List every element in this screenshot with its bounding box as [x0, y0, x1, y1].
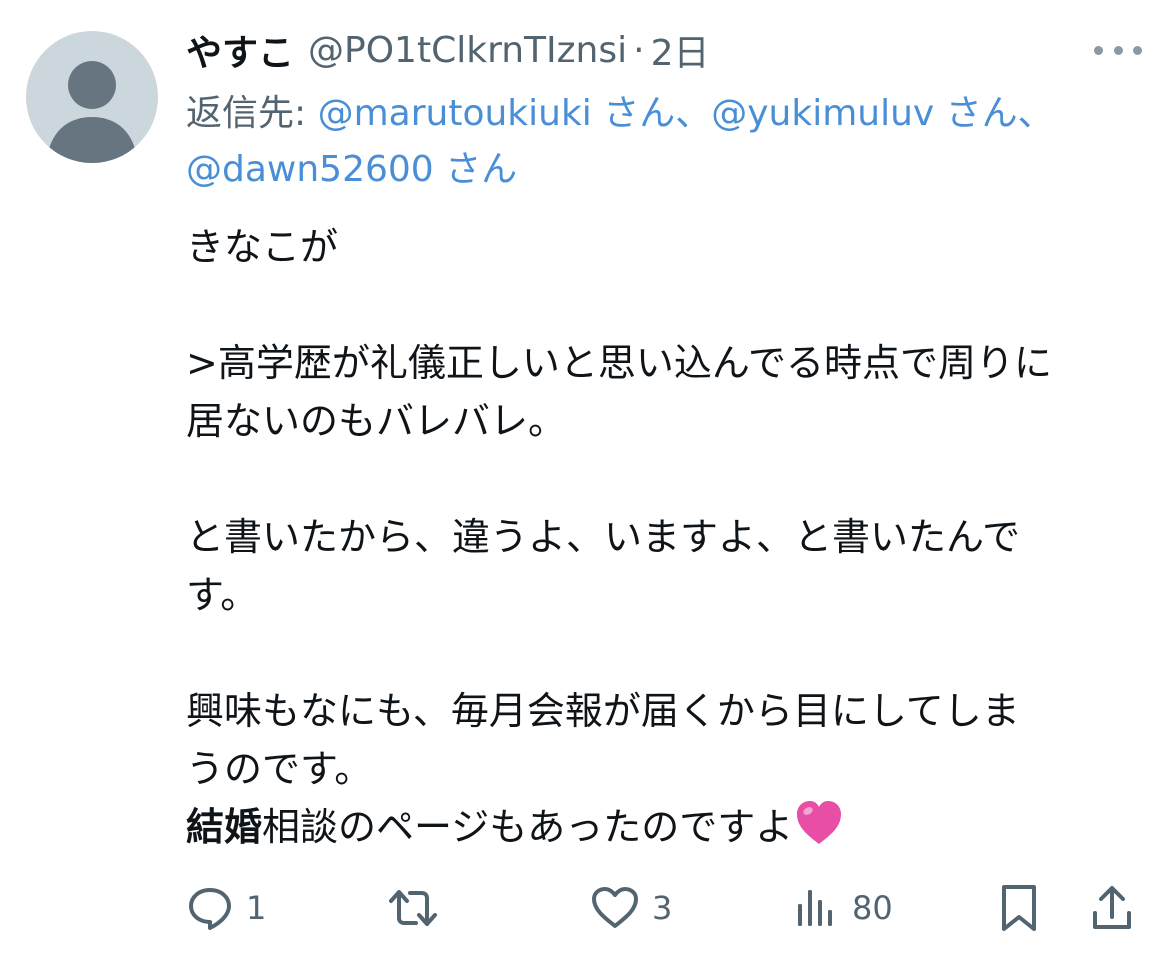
mention-link[interactable]: @yukimuluv [711, 93, 934, 134]
reply-button[interactable]: 1 [186, 875, 266, 941]
share-icon [1093, 886, 1131, 929]
mention-suffix: さん [433, 149, 518, 190]
heart-outline-icon [592, 887, 638, 928]
body-line: きなこが [186, 225, 339, 269]
views-button[interactable]: 80 [794, 875, 893, 941]
mention-link[interactable]: @marutoukiuki [318, 93, 592, 134]
bookmark-button[interactable] [998, 875, 1040, 941]
display-name[interactable]: やすこ [186, 24, 294, 76]
bookmark-icon [1002, 885, 1036, 931]
body-line: 興味もなにも、毎月会報が届くから目にしてしま [186, 689, 1020, 733]
user-handle[interactable]: @PO1tClkrnTIznsi [308, 30, 627, 71]
avatar[interactable] [26, 31, 158, 163]
more-dots-icon [1094, 45, 1103, 55]
mention-link[interactable]: @dawn52600 [186, 149, 434, 190]
tweet-header: やすこ @PO1tClkrnTIznsi · 2日 [186, 22, 710, 78]
like-count: 3 [652, 889, 673, 927]
reply-to-line: 返信先: @marutoukiuki さん、@yukimuluv さん、 @daw… [186, 86, 1086, 198]
body-text: 相談のページもあったのですよ [262, 805, 794, 849]
default-avatar-icon [46, 61, 138, 163]
retweet-icon [389, 890, 437, 926]
body-line: す。 [186, 573, 259, 617]
pink-heart-emoji-icon [795, 800, 843, 862]
reply-bubble-icon [189, 888, 231, 930]
like-button[interactable]: 3 [590, 875, 672, 941]
views-count: 80 [852, 889, 893, 927]
separator-dot: · [633, 29, 645, 71]
body-line: 居ないのもバレバレ。 [186, 399, 567, 443]
timestamp[interactable]: 2日 [651, 24, 710, 76]
views-bars-icon [798, 890, 832, 926]
body-line: >高学歴が礼儀正しいと思い込んでる時点で周りに [186, 341, 1052, 385]
action-bar: 1 3 80 [0, 875, 1160, 941]
mention-suffix: さん、 [934, 93, 1054, 134]
body-line: うのです。 [186, 747, 373, 791]
share-button[interactable] [1090, 875, 1134, 941]
bold-text: 結婚 [186, 805, 263, 849]
reply-count: 1 [246, 889, 267, 927]
reply-to-prefix: 返信先: [186, 93, 318, 134]
more-options-button[interactable] [1094, 38, 1142, 62]
body-line: と書いたから、違うよ、いますよ、と書いたんで [186, 515, 1021, 559]
body-line: 結婚相談のページもあったのですよ [186, 798, 1146, 862]
retweet-button[interactable] [386, 875, 452, 941]
mention-suffix: さん、 [591, 93, 712, 134]
tweet-body: きなこが >高学歴が礼儀正しいと思い込んでる時点で周りに 居ないのもバレバレ。 … [186, 218, 1146, 862]
